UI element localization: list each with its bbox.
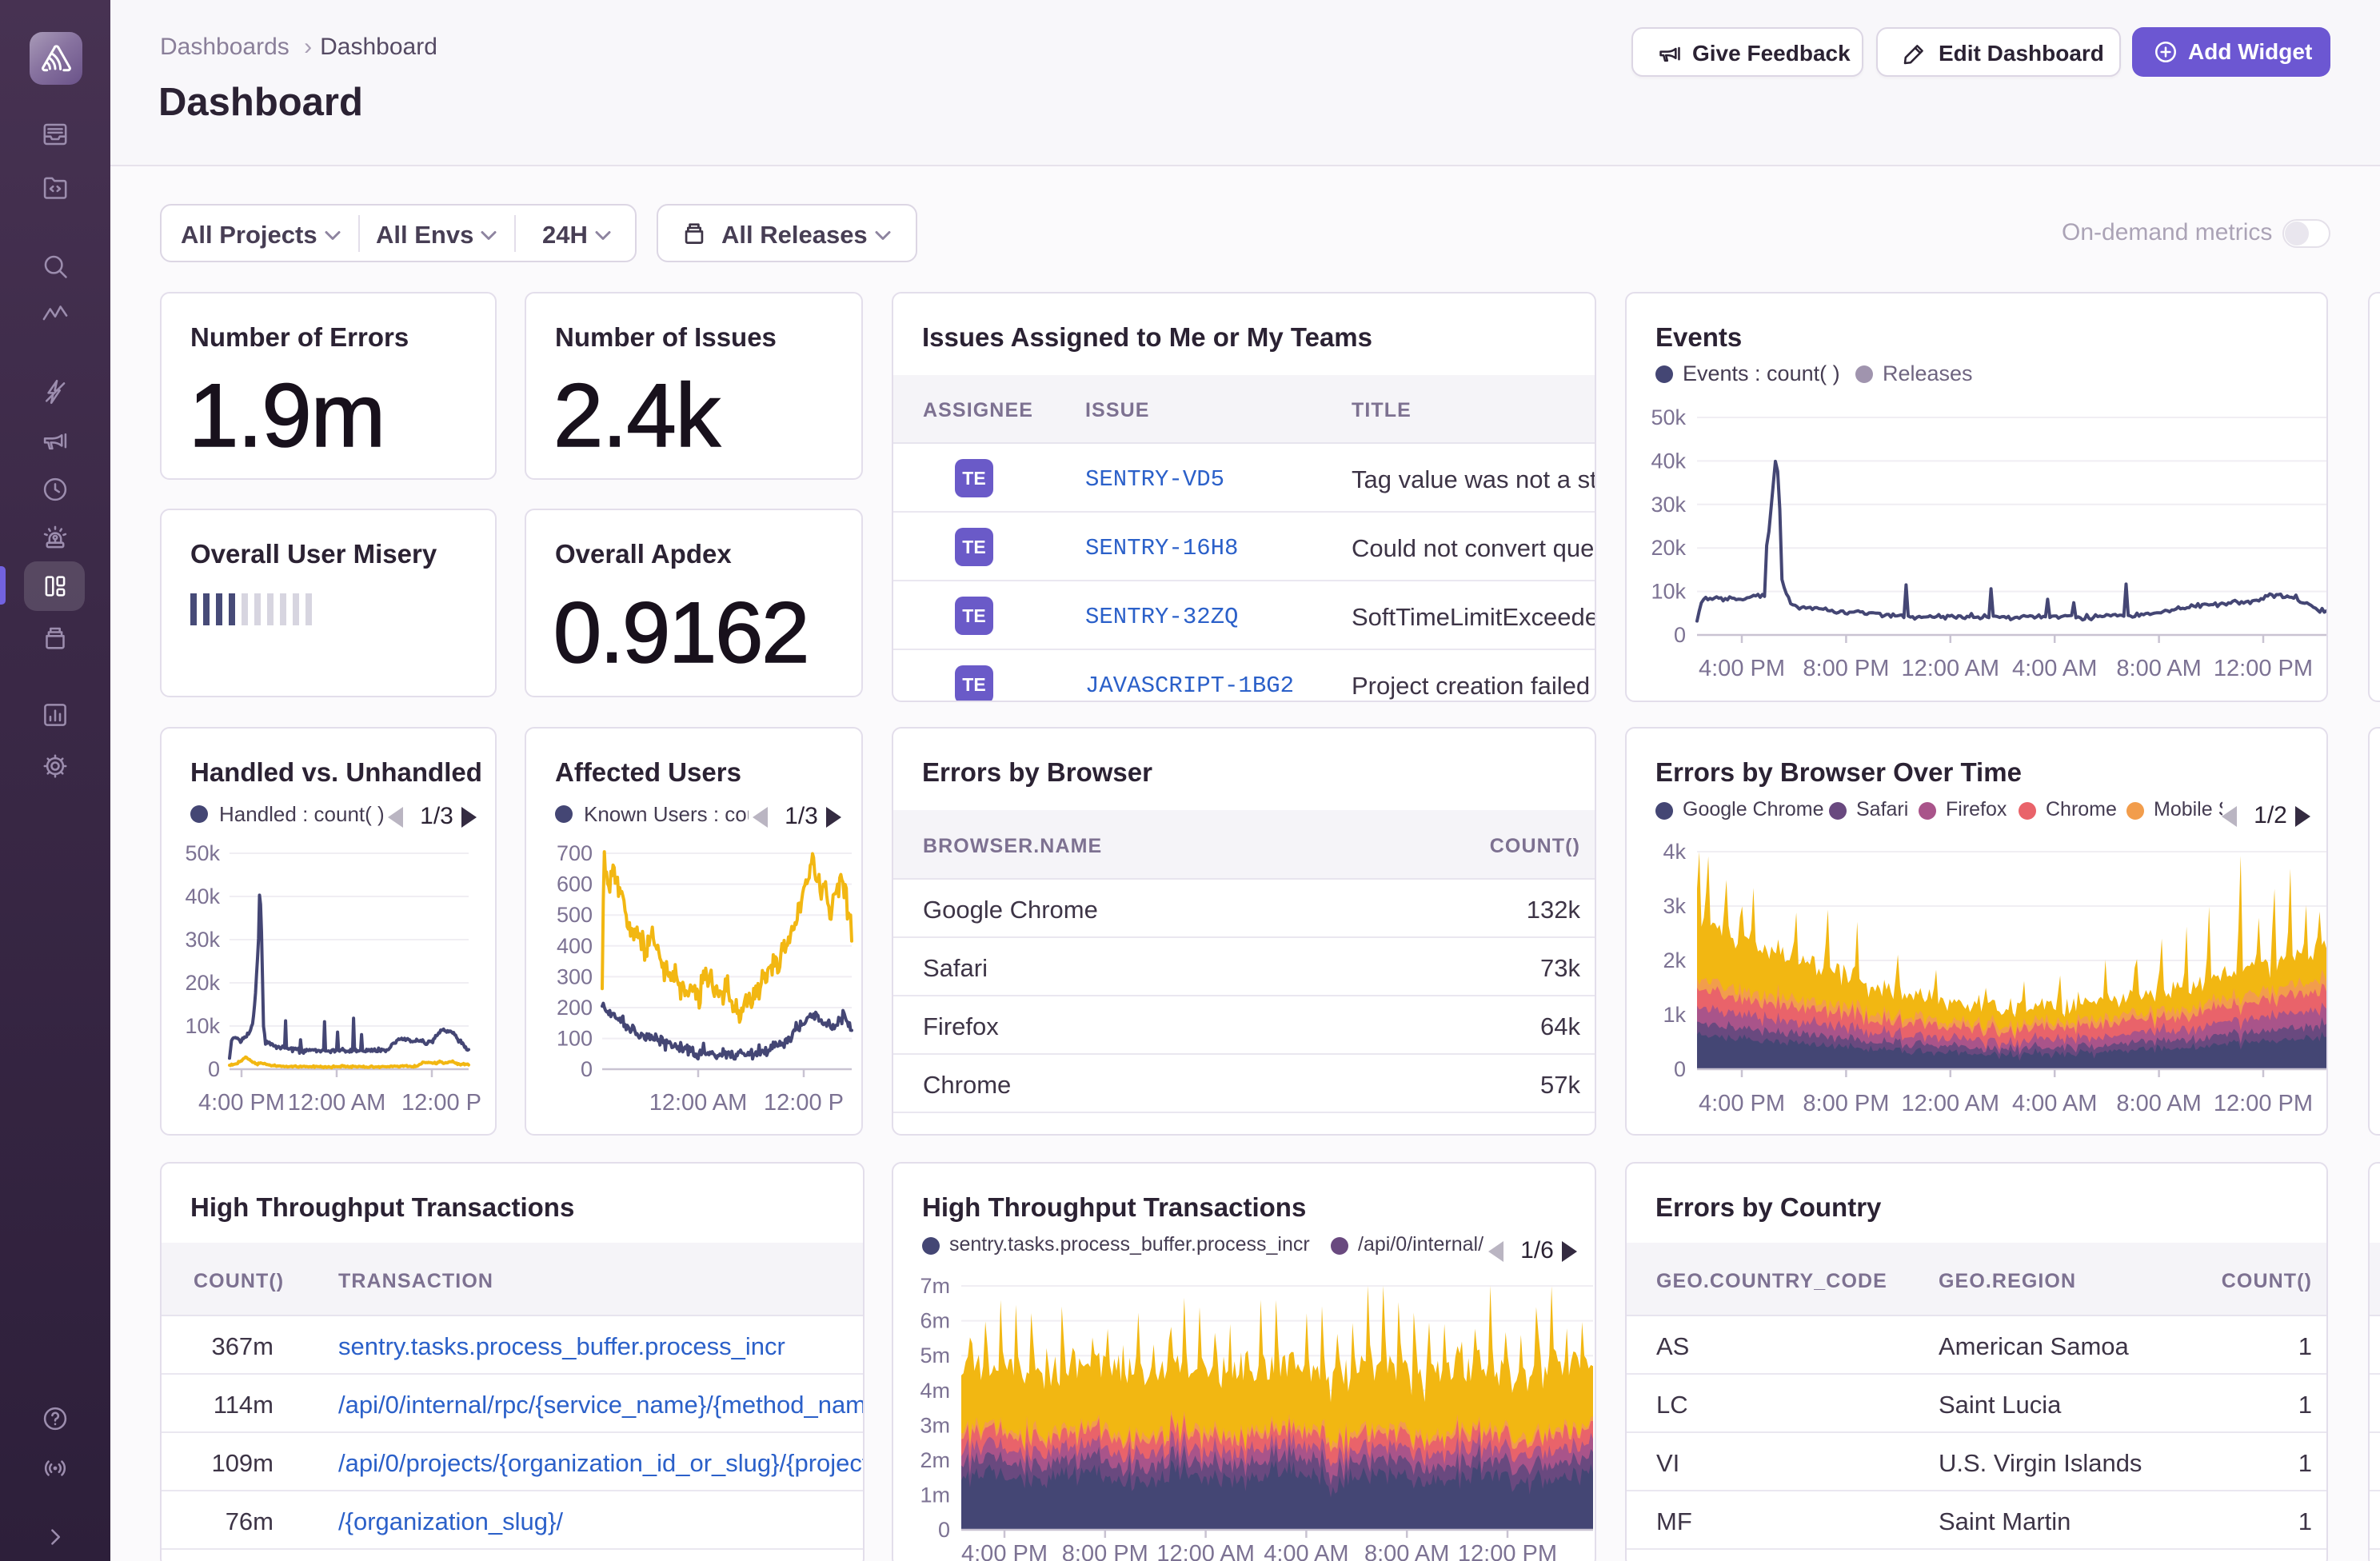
- svg-text:12:00 PM: 12:00 PM: [2214, 1091, 2313, 1116]
- svg-text:30k: 30k: [1651, 493, 1686, 517]
- svg-text:8:00 AM: 8:00 AM: [1364, 1541, 1449, 1561]
- svg-text:8:00 PM: 8:00 PM: [1062, 1541, 1148, 1561]
- svg-text:6m: 6m: [920, 1309, 950, 1333]
- svg-text:5m: 5m: [920, 1343, 950, 1367]
- svg-text:1m: 1m: [920, 1483, 950, 1507]
- svg-text:8:00 PM: 8:00 PM: [1803, 1091, 1889, 1116]
- svg-text:0: 0: [1674, 1057, 1686, 1081]
- svg-text:2m: 2m: [920, 1448, 950, 1472]
- svg-text:30k: 30k: [185, 928, 220, 952]
- svg-text:40k: 40k: [185, 884, 220, 908]
- svg-text:400: 400: [557, 934, 593, 958]
- svg-text:3m: 3m: [920, 1413, 950, 1437]
- svg-text:4:00 AM: 4:00 AM: [2012, 1091, 2097, 1116]
- svg-text:7m: 7m: [920, 1274, 950, 1298]
- svg-text:600: 600: [557, 872, 593, 896]
- svg-text:0: 0: [1674, 623, 1686, 647]
- svg-text:10k: 10k: [1651, 580, 1686, 604]
- svg-text:20k: 20k: [185, 971, 220, 995]
- svg-text:50k: 50k: [1651, 405, 1686, 429]
- svg-text:200: 200: [557, 996, 593, 1020]
- svg-text:3k: 3k: [1663, 894, 1686, 918]
- svg-text:12:00 AM: 12:00 AM: [1156, 1541, 1255, 1561]
- svg-text:0: 0: [581, 1057, 593, 1081]
- svg-text:4:00 AM: 4:00 AM: [1264, 1541, 1348, 1561]
- svg-text:8:00 PM: 8:00 PM: [1803, 656, 1889, 681]
- svg-text:12:00 P: 12:00 P: [764, 1090, 844, 1116]
- svg-text:12:00 AM: 12:00 AM: [1902, 656, 2000, 681]
- svg-text:0: 0: [938, 1518, 950, 1542]
- svg-text:4:00 PM: 4:00 PM: [961, 1541, 1048, 1561]
- svg-text:300: 300: [557, 964, 593, 988]
- svg-text:4k: 4k: [1663, 840, 1686, 864]
- svg-text:12:00 PM: 12:00 PM: [1458, 1541, 1557, 1561]
- svg-text:4:00 AM: 4:00 AM: [2012, 656, 2097, 681]
- svg-text:1k: 1k: [1663, 1003, 1686, 1027]
- svg-text:12:00 P: 12:00 P: [401, 1090, 481, 1116]
- svg-text:4:00 PM: 4:00 PM: [1699, 656, 1785, 681]
- svg-text:2k: 2k: [1663, 948, 1686, 972]
- svg-text:8:00 AM: 8:00 AM: [2116, 1091, 2201, 1116]
- svg-text:50k: 50k: [185, 841, 220, 865]
- svg-text:12:00 AM: 12:00 AM: [649, 1090, 748, 1116]
- svg-text:4m: 4m: [920, 1379, 950, 1403]
- svg-text:20k: 20k: [1651, 536, 1686, 560]
- svg-text:100: 100: [557, 1027, 593, 1051]
- svg-text:12:00 AM: 12:00 AM: [1902, 1091, 2000, 1116]
- svg-text:8:00 AM: 8:00 AM: [2116, 656, 2201, 681]
- svg-text:4:00 PM: 4:00 PM: [1699, 1091, 1785, 1116]
- svg-text:700: 700: [557, 841, 593, 865]
- svg-text:12:00 PM: 12:00 PM: [2214, 656, 2313, 681]
- svg-text:0: 0: [208, 1057, 220, 1081]
- svg-text:500: 500: [557, 903, 593, 927]
- svg-text:10k: 10k: [185, 1014, 220, 1038]
- svg-text:12:00 AM: 12:00 AM: [288, 1090, 386, 1116]
- svg-text:40k: 40k: [1651, 449, 1686, 473]
- svg-text:4:00 PM: 4:00 PM: [198, 1090, 285, 1116]
